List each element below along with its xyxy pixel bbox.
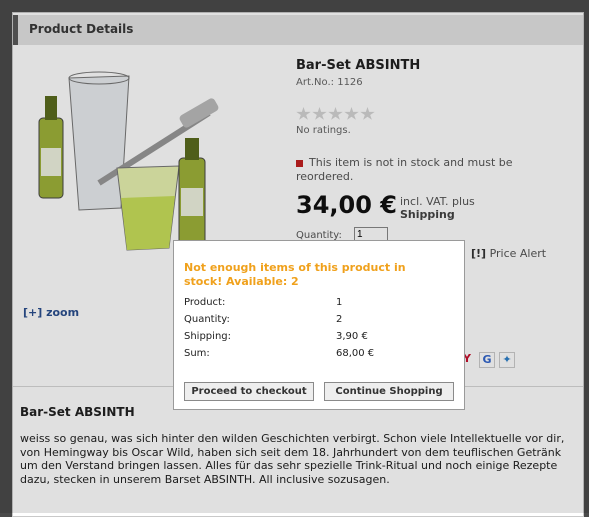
summary-label-quantity: Quantity: <box>184 314 230 325</box>
summary-label-shipping: Shipping: <box>184 331 231 342</box>
summary-value-sum: 68,00 € <box>336 348 375 359</box>
stock-warning-message: Not enough items of this product in stoc… <box>184 261 406 288</box>
stock-warning-dialog: Not enough items of this product in stoc… <box>173 240 465 410</box>
summary-label-sum: Sum: <box>184 348 210 359</box>
continue-shopping-button[interactable]: Continue Shopping <box>324 382 454 401</box>
proceed-to-checkout-button[interactable]: Proceed to checkout <box>184 382 314 401</box>
summary-label-product: Product: <box>184 297 226 308</box>
summary-value-shipping: 3,90 € <box>336 331 368 342</box>
summary-value-quantity: 2 <box>336 314 343 325</box>
summary-value-product: 1 <box>336 297 343 308</box>
